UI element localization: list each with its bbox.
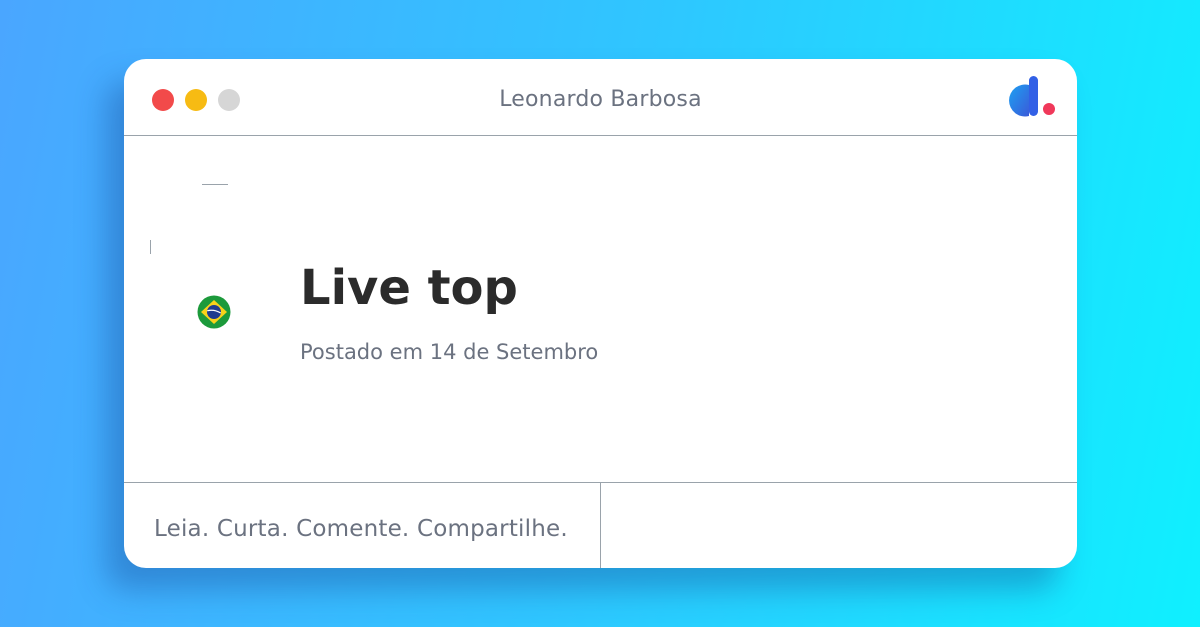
footer-divider bbox=[600, 483, 601, 568]
avatar-outline bbox=[202, 184, 228, 185]
window-title: Leonardo Barbosa bbox=[499, 87, 702, 112]
d-logo-icon[interactable] bbox=[1007, 76, 1057, 118]
footer-tagline: Leia. Curta. Comente. Compartilhe. bbox=[154, 516, 568, 542]
post-card: Leonardo Barbosa Live top Postado em 14 … bbox=[124, 59, 1077, 568]
brazil-flag-icon bbox=[197, 295, 231, 329]
card-footer: Leia. Curta. Comente. Compartilhe. bbox=[124, 482, 1077, 568]
avatar-outline bbox=[150, 240, 151, 254]
post-date: Postado em 14 de Setembro bbox=[300, 340, 599, 364]
post-title[interactable]: Live top bbox=[300, 260, 518, 316]
window-titlebar: Leonardo Barbosa bbox=[124, 59, 1077, 136]
post-content: Live top Postado em 14 de Setembro bbox=[124, 136, 1077, 482]
